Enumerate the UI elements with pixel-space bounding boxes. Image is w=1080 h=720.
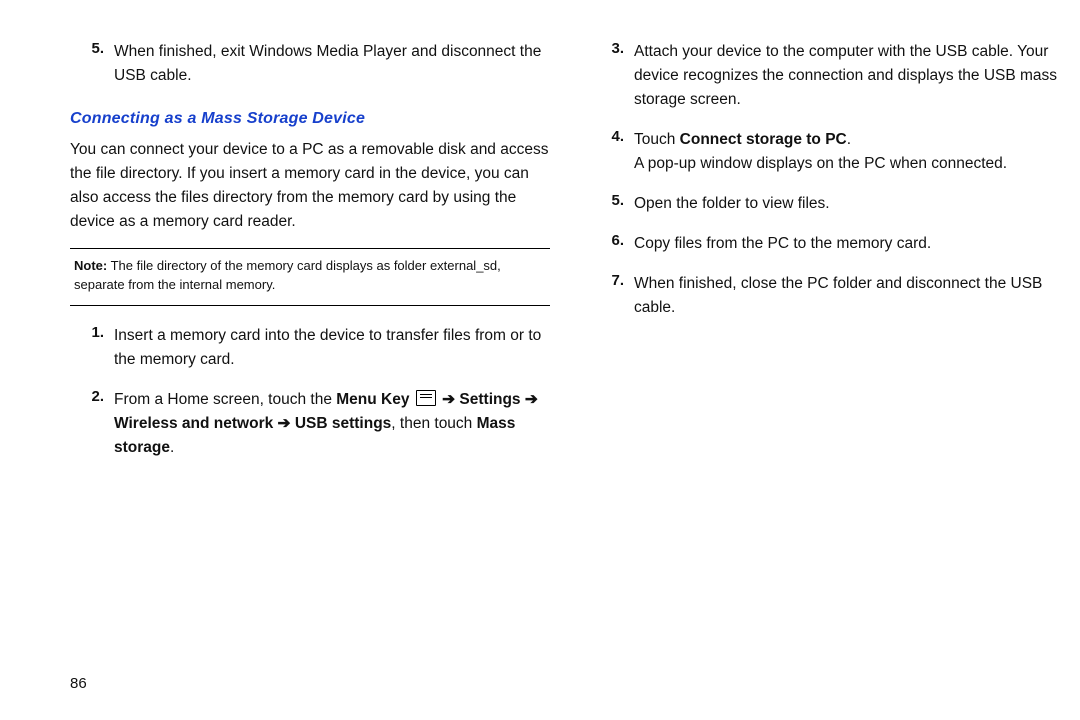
list-number: 6. bbox=[590, 232, 634, 249]
connect-storage-label: Connect storage to PC bbox=[680, 131, 847, 148]
note-label: Note: bbox=[74, 258, 107, 273]
list-item: 6. Copy files from the PC to the memory … bbox=[590, 232, 1070, 256]
list-number: 2. bbox=[70, 388, 114, 405]
list-number: 7. bbox=[590, 272, 634, 289]
list-body: Attach your device to the computer with … bbox=[634, 40, 1070, 112]
arrow-icon: ➔ bbox=[521, 391, 538, 408]
list-item: 5. When finished, exit Windows Media Pla… bbox=[70, 40, 550, 88]
list-body: When finished, exit Windows Media Player… bbox=[114, 40, 550, 88]
list-body: When finished, close the PC folder and d… bbox=[634, 272, 1070, 320]
text-span: . bbox=[847, 131, 851, 148]
menu-key-icon bbox=[416, 390, 436, 406]
list-number: 5. bbox=[70, 40, 114, 57]
text-span: Touch bbox=[634, 131, 680, 148]
list-item: 2. From a Home screen, touch the Menu Ke… bbox=[70, 388, 550, 460]
note-box: Note: The file directory of the memory c… bbox=[70, 248, 550, 306]
menu-key-label: Menu Key bbox=[336, 391, 409, 408]
list-number: 4. bbox=[590, 128, 634, 145]
arrow-icon: ➔ bbox=[438, 391, 460, 408]
left-column: 5. When finished, exit Windows Media Pla… bbox=[70, 30, 550, 476]
text-span: From a Home screen, touch the bbox=[114, 391, 336, 408]
list-item: 3. Attach your device to the computer wi… bbox=[590, 40, 1070, 112]
list-item: 1. Insert a memory card into the device … bbox=[70, 324, 550, 372]
text-span: . bbox=[170, 439, 174, 456]
list-body: Copy files from the PC to the memory car… bbox=[634, 232, 1070, 256]
list-item: 7. When finished, close the PC folder an… bbox=[590, 272, 1070, 320]
note-body: The file directory of the memory card di… bbox=[74, 258, 501, 292]
list-body: Open the folder to view files. bbox=[634, 192, 1070, 216]
wireless-label: Wireless and network bbox=[114, 415, 273, 432]
text-span: A pop-up window displays on the PC when … bbox=[634, 155, 1007, 172]
page-number: 86 bbox=[70, 675, 87, 692]
intro-paragraph: You can connect your device to a PC as a… bbox=[70, 138, 550, 234]
usb-settings-label: USB settings bbox=[295, 415, 391, 432]
list-body: Insert a memory card into the device to … bbox=[114, 324, 550, 372]
list-body: From a Home screen, touch the Menu Key ➔… bbox=[114, 388, 550, 460]
text-span: , then touch bbox=[391, 415, 476, 432]
list-number: 1. bbox=[70, 324, 114, 341]
section-heading: Connecting as a Mass Storage Device bbox=[70, 110, 550, 128]
settings-label: Settings bbox=[459, 391, 520, 408]
list-number: 3. bbox=[590, 40, 634, 57]
list-item: 4. Touch Connect storage to PC. A pop-up… bbox=[590, 128, 1070, 176]
list-number: 5. bbox=[590, 192, 634, 209]
list-item: 5. Open the folder to view files. bbox=[590, 192, 1070, 216]
list-body: Touch Connect storage to PC. A pop-up wi… bbox=[634, 128, 1070, 176]
right-column: 3. Attach your device to the computer wi… bbox=[590, 30, 1070, 336]
arrow-icon: ➔ bbox=[273, 415, 295, 432]
